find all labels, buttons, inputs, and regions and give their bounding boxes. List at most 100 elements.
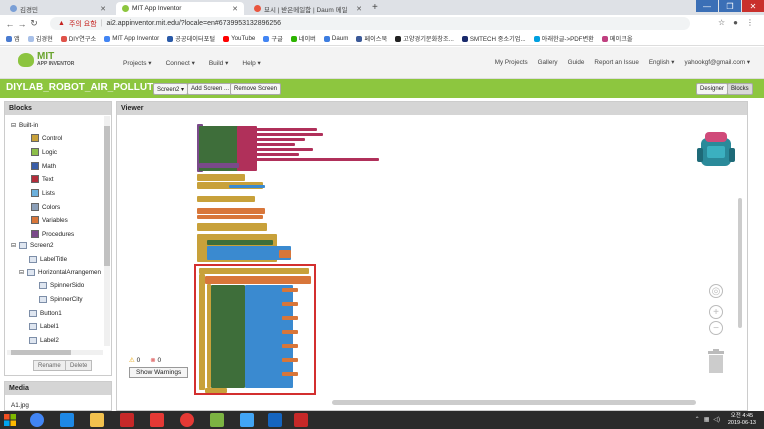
network-icon[interactable]: ▦ (704, 416, 710, 423)
reload-icon[interactable]: ↻ (28, 18, 40, 29)
clock[interactable]: 오전 4:45 2019-06-13 (728, 413, 756, 427)
workspace-scrollbar-vertical[interactable] (738, 198, 742, 328)
maximize-icon[interactable]: ❐ (719, 0, 741, 12)
bookmark-item[interactable]: 메이크올 (601, 34, 633, 43)
close-icon[interactable]: ✕ (100, 5, 106, 13)
block-category-variables[interactable]: Variables (31, 216, 68, 224)
new-tab-button[interactable]: + (372, 2, 378, 13)
workspace-scrollbar-horizontal[interactable] (332, 400, 696, 405)
tree-screen2[interactable]: ⊟ Screen2 (11, 242, 54, 249)
block-category-logic[interactable]: Logic (31, 148, 57, 156)
windows-start-icon[interactable] (3, 413, 17, 427)
rename-button[interactable]: Rename (33, 360, 66, 371)
bookmark-item[interactable]: 네이버 (290, 34, 316, 43)
menu-help[interactable]: Help ▾ (242, 59, 260, 67)
zoom-out-icon[interactable]: − (709, 321, 723, 335)
bookmark-item[interactable]: Daum (323, 35, 348, 42)
code-block[interactable] (199, 163, 239, 168)
code-block[interactable] (197, 208, 265, 214)
link-my-projects[interactable]: My Projects (495, 59, 528, 66)
link-gallery[interactable]: Gallery (538, 59, 558, 66)
code-block[interactable] (255, 133, 323, 136)
app-taskbar-icon[interactable] (240, 413, 254, 427)
component-label2[interactable]: Label2 (29, 337, 59, 344)
blocks-scrollbar-horizontal[interactable] (7, 350, 103, 355)
code-block[interactable] (197, 215, 263, 219)
code-block[interactable] (255, 153, 299, 156)
bookmark-item[interactable]: MIT App Inventor (104, 35, 159, 42)
volume-icon[interactable]: ◁) (713, 416, 720, 423)
browser-tab-3[interactable]: 묘시 | 받은메일함 | Daum 메일 ✕ (248, 2, 368, 15)
language-select[interactable]: English ▾ (649, 59, 675, 66)
window-close-icon[interactable]: ✕ (742, 0, 764, 12)
designer-button[interactable]: Designer (696, 83, 729, 95)
block-category-procedures[interactable]: Procedures (31, 230, 74, 238)
component-label1[interactable]: Label1 (29, 323, 59, 330)
ie-taskbar-icon[interactable] (60, 413, 74, 427)
link-report-issue[interactable]: Report an Issue (594, 59, 638, 66)
add-screen-button[interactable]: Add Screen ... (187, 83, 234, 95)
screen-select[interactable]: Screen2 ▾ (153, 83, 189, 95)
zoom-in-icon[interactable]: + (709, 305, 723, 319)
browser-tab-1[interactable]: 김경민 ✕ (4, 2, 112, 15)
security-label[interactable]: 주의 요함 (69, 19, 97, 29)
bookmark-item[interactable]: 구글 (263, 34, 283, 43)
collapse-icon[interactable]: ⊟ (11, 122, 16, 129)
explorer-taskbar-icon[interactable] (90, 413, 104, 427)
code-block[interactable] (255, 143, 295, 146)
trash-icon[interactable] (707, 349, 725, 373)
code-block[interactable] (255, 138, 305, 141)
menu-build[interactable]: Build ▾ (209, 59, 229, 67)
component-button1[interactable]: Button1 (29, 310, 62, 317)
component-spinnercity[interactable]: SpinnerCity (39, 296, 83, 303)
blocks-scrollbar-vertical[interactable] (104, 116, 110, 346)
hwp-taskbar-icon[interactable] (294, 413, 308, 427)
collapse-icon[interactable]: ⊟ (11, 242, 16, 249)
minimize-icon[interactable]: — (696, 0, 718, 12)
app-taskbar-icon[interactable] (120, 413, 134, 427)
code-block[interactable] (197, 174, 245, 181)
code-block[interactable] (255, 158, 379, 161)
media-file[interactable]: A1.jpg (11, 402, 29, 409)
component-labeltitle[interactable]: LabelTitle (29, 256, 67, 263)
menu-icon[interactable]: ⋮ (746, 18, 754, 27)
component-horizontalarrangement[interactable]: ⊟ HorizontalArrangemen (19, 269, 101, 276)
recenter-icon[interactable]: ◎ (709, 284, 723, 298)
bookmark-item[interactable]: 아래한글->PDF변환 (533, 34, 594, 43)
show-warnings-button[interactable]: Show Warnings (129, 367, 189, 378)
scrollbar-thumb[interactable] (11, 350, 71, 355)
bookmark-item[interactable]: YouTube (223, 35, 255, 42)
menu-connect[interactable]: Connect ▾ (166, 59, 195, 67)
delete-button[interactable]: Delete (65, 360, 93, 371)
component-spinnersido[interactable]: SpinnerSido (39, 282, 84, 289)
profile-icon[interactable]: ● (733, 18, 738, 27)
url-input[interactable]: ▲ 주의 요함 | ai2.appinventor.mit.edu/?local… (50, 17, 690, 30)
bookmark-item[interactable]: 공공데이터포털 (167, 34, 215, 43)
block-category-text[interactable]: Text (31, 175, 54, 183)
chrome-taskbar-icon[interactable] (30, 413, 44, 427)
tray-up-icon[interactable]: ⌃ (695, 416, 700, 423)
close-icon[interactable]: ✕ (356, 5, 362, 13)
collapse-icon[interactable]: ⊟ (19, 269, 24, 276)
app-inventor-logo[interactable]: MIT APP INVENTOR (18, 52, 74, 67)
blocks-workspace[interactable]: ⚠ 0 ⊗ 0 Show Warnings ◎ + − (117, 116, 747, 410)
code-block[interactable] (197, 196, 255, 202)
code-block[interactable] (255, 128, 317, 131)
forward-icon[interactable]: → (16, 19, 28, 29)
backpack-icon[interactable] (695, 128, 737, 170)
code-block[interactable] (207, 240, 273, 245)
menu-projects[interactable]: Projects ▾ (123, 59, 152, 67)
app-taskbar-icon[interactable] (268, 413, 282, 427)
bookmark-item[interactable]: DIY연구소 (60, 34, 96, 43)
link-guide[interactable]: Guide (568, 59, 585, 66)
browser-tab-2[interactable]: MIT App Inventor ✕ (116, 2, 244, 15)
bookmark-item[interactable]: 김경현 (27, 34, 53, 43)
block-category-lists[interactable]: Lists (31, 189, 55, 197)
tree-builtin[interactable]: ⊟ Built-in (11, 122, 38, 129)
block-category-control[interactable]: Control (31, 134, 62, 142)
close-icon[interactable]: ✕ (232, 5, 238, 13)
block-category-math[interactable]: Math (31, 162, 56, 170)
bookmark-item[interactable]: 고양경기문화창조... (395, 34, 454, 43)
bookmark-apps[interactable]: 앱 (6, 34, 20, 43)
block-category-colors[interactable]: Colors (31, 203, 60, 211)
